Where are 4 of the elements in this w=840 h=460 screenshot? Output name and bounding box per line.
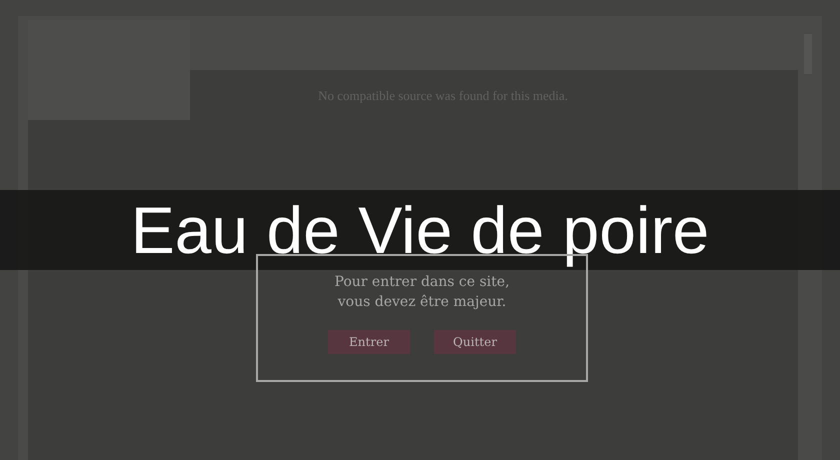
dialog-button[interactable]: Quitter — [434, 330, 516, 354]
banner-title: Eau de Vie de poire — [130, 192, 710, 269]
dialog-button[interactable]: Entrer — [328, 330, 410, 354]
age-gate-message: Pour entrer dans ce site, vous devez être majeur. — [334, 273, 510, 312]
